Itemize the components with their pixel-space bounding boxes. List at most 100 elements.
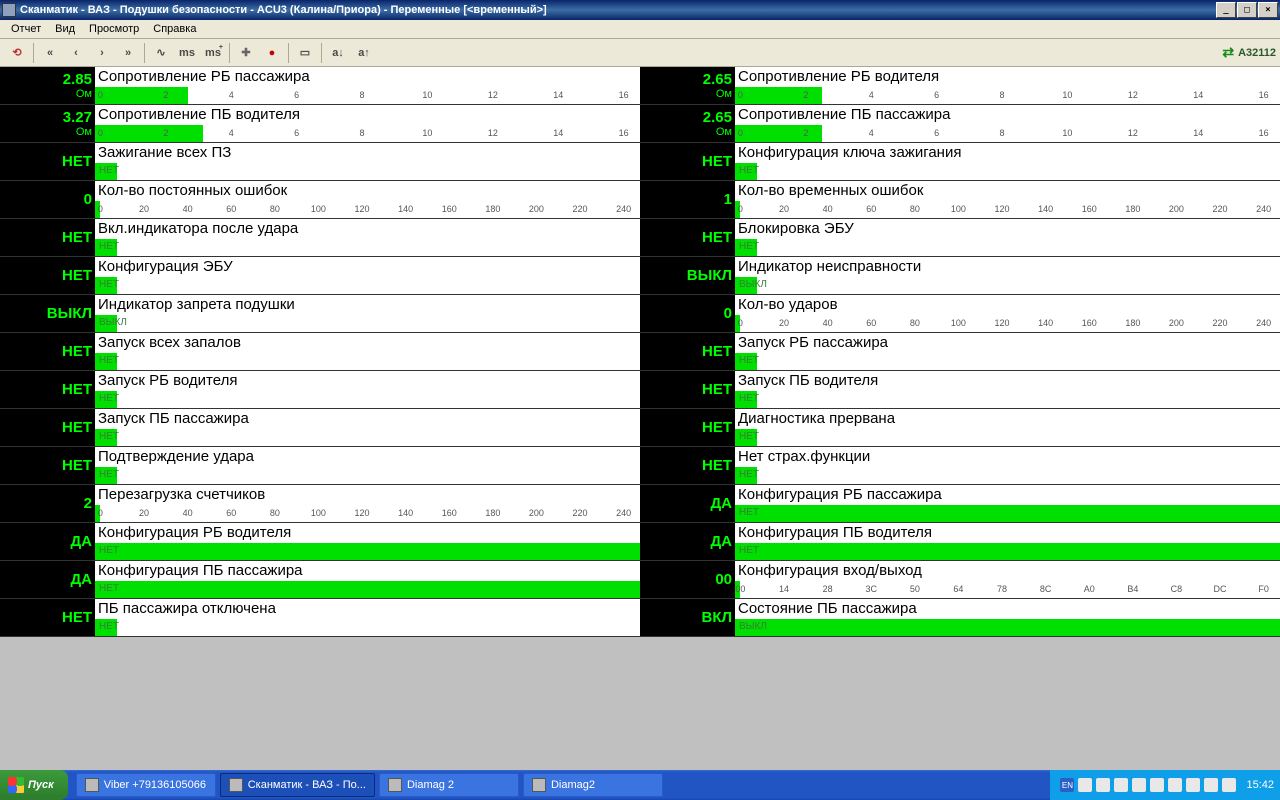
tray-icon[interactable]: [1078, 778, 1092, 792]
variable-row[interactable]: НЕТЗажигание всех ПЗНЕТ: [0, 143, 640, 181]
variable-row[interactable]: ДАКонфигурация ПБ водителяНЕТ: [640, 523, 1280, 561]
menu-browse[interactable]: Просмотр: [82, 21, 146, 37]
column-right: 2.65ОмСопротивление РБ водителя024681012…: [640, 67, 1280, 637]
variable-row[interactable]: ДАКонфигурация РБ пассажираНЕТ: [640, 485, 1280, 523]
toolbar-sort-down-button[interactable]: a↓: [326, 42, 350, 64]
variable-row[interactable]: 00Конфигурация вход/выход0014283C5064788…: [640, 561, 1280, 599]
variable-unit: Ом: [76, 89, 92, 100]
toolbar-first-button[interactable]: «: [38, 42, 62, 64]
variable-label: Сопротивление РБ пассажира: [95, 67, 640, 87]
variable-row[interactable]: НЕТЗапуск всех запаловНЕТ: [0, 333, 640, 371]
variable-value: НЕТ: [62, 420, 92, 435]
variable-chart: НЕТ: [735, 543, 1280, 561]
toolbar-prev-button[interactable]: ‹: [64, 42, 88, 64]
variable-row[interactable]: НЕТЗапуск РБ водителяНЕТ: [0, 371, 640, 409]
lang-indicator[interactable]: EN: [1060, 778, 1074, 792]
variable-row[interactable]: ВКЛСостояние ПБ пассажираВЫКЛ: [640, 599, 1280, 637]
variable-chart: ВЫКЛ: [95, 315, 640, 333]
variable-row[interactable]: НЕТБлокировка ЭБУНЕТ: [640, 219, 1280, 257]
variable-label: Сопротивление ПБ водителя: [95, 105, 640, 125]
tray-icon[interactable]: [1132, 778, 1146, 792]
variable-row[interactable]: 2Перезагрузка счетчиков02040608010012014…: [0, 485, 640, 523]
variable-row[interactable]: НЕТДиагностика прерванаНЕТ: [640, 409, 1280, 447]
toolbar-last-button[interactable]: »: [116, 42, 140, 64]
variable-row[interactable]: НЕТПБ пассажира отключенаНЕТ: [0, 599, 640, 637]
tray-icon[interactable]: [1096, 778, 1110, 792]
tray-icon[interactable]: [1150, 778, 1164, 792]
taskbar-item[interactable]: Diamag 2: [379, 773, 519, 797]
variable-chart: 0246810121416: [735, 87, 1280, 105]
toolbar-back-button[interactable]: ⟲: [5, 42, 29, 64]
taskbar-item[interactable]: Diamag2: [523, 773, 663, 797]
variable-row[interactable]: 2.85ОмСопротивление РБ пассажира02468101…: [0, 67, 640, 105]
variable-row[interactable]: НЕТКонфигурация ключа зажиганияНЕТ: [640, 143, 1280, 181]
state-text: НЕТ: [739, 241, 759, 252]
tray-icon[interactable]: [1222, 778, 1236, 792]
toolbar-sort-up-button[interactable]: a↑: [352, 42, 376, 64]
tray-icon[interactable]: [1186, 778, 1200, 792]
start-button[interactable]: Пуск: [0, 770, 68, 800]
taskbar-item[interactable]: Сканматик - ВАЗ - По...: [220, 773, 375, 797]
state-text: ВЫКЛ: [739, 621, 767, 632]
variable-row[interactable]: НЕТКонфигурация ЭБУНЕТ: [0, 257, 640, 295]
variable-label: Кол-во постоянных ошибок: [95, 181, 640, 201]
toolbar-msplus-button[interactable]: ms+: [201, 42, 225, 64]
variable-value: 2.65: [703, 110, 732, 125]
variable-label: Сопротивление ПБ пассажира: [735, 105, 1280, 125]
variable-row[interactable]: ДАКонфигурация РБ водителяНЕТ: [0, 523, 640, 561]
variable-row[interactable]: ВЫКЛИндикатор неисправностиВЫКЛ: [640, 257, 1280, 295]
tray-icon[interactable]: [1204, 778, 1218, 792]
variable-row[interactable]: 0Кол-во ударов02040608010012014016018020…: [640, 295, 1280, 333]
variable-row[interactable]: НЕТВкл.индикатора после удараНЕТ: [0, 219, 640, 257]
variable-row[interactable]: 0Кол-во постоянных ошибок020406080100120…: [0, 181, 640, 219]
menu-report[interactable]: Отчет: [4, 21, 48, 37]
taskbar-item[interactable]: Viber +79136105066: [76, 773, 216, 797]
variable-label: Конфигурация ключа зажигания: [735, 143, 1280, 163]
variable-label: Конфигурация ПБ водителя: [735, 523, 1280, 543]
state-text: НЕТ: [99, 355, 119, 366]
state-text: НЕТ: [739, 393, 759, 404]
maximize-button[interactable]: □: [1237, 2, 1257, 18]
variable-row[interactable]: ДАКонфигурация ПБ пассажираНЕТ: [0, 561, 640, 599]
title-bar: Сканматик - ВАЗ - Подушки безопасности -…: [0, 0, 1280, 20]
toolbar-add-button[interactable]: ✚: [234, 42, 258, 64]
taskbar-item-label: Viber +79136105066: [104, 779, 206, 791]
variable-label: Запуск ПБ водителя: [735, 371, 1280, 391]
toolbar-ms-button[interactable]: ms: [175, 42, 199, 64]
variable-row[interactable]: 3.27ОмСопротивление ПБ водителя024681012…: [0, 105, 640, 143]
taskbar: Пуск Viber +79136105066 Сканматик - ВАЗ -…: [0, 770, 1280, 800]
variable-value: ДА: [710, 534, 732, 549]
variable-chart: НЕТ: [95, 619, 640, 637]
variable-label: Запуск всех запалов: [95, 333, 640, 353]
toolbar-wave-button[interactable]: ∿: [149, 42, 173, 64]
variable-row[interactable]: 2.65ОмСопротивление ПБ пассажира02468101…: [640, 105, 1280, 143]
variable-row[interactable]: НЕТПодтверждение удараНЕТ: [0, 447, 640, 485]
minimize-button[interactable]: _: [1216, 2, 1236, 18]
variable-unit: Ом: [716, 89, 732, 100]
variable-row[interactable]: 2.65ОмСопротивление РБ водителя024681012…: [640, 67, 1280, 105]
variable-label: Подтверждение удара: [95, 447, 640, 467]
variable-row[interactable]: НЕТЗапуск ПБ пассажираНЕТ: [0, 409, 640, 447]
variable-row[interactable]: 1Кол-во временных ошибок0204060801001201…: [640, 181, 1280, 219]
connection-icon: ⇄: [1222, 44, 1234, 61]
variable-row[interactable]: НЕТЗапуск ПБ водителяНЕТ: [640, 371, 1280, 409]
variable-row[interactable]: ВЫКЛИндикатор запрета подушкиВЫКЛ: [0, 295, 640, 333]
variable-value: НЕТ: [702, 458, 732, 473]
menu-help[interactable]: Справка: [146, 21, 203, 37]
window-title: Сканматик - ВАЗ - Подушки безопасности -…: [20, 4, 1215, 16]
start-label: Пуск: [28, 779, 54, 791]
menu-view[interactable]: Вид: [48, 21, 82, 37]
tray-icon[interactable]: [1168, 778, 1182, 792]
clock[interactable]: 15:42: [1246, 779, 1274, 791]
variable-chart: НЕТ: [95, 163, 640, 181]
variable-row[interactable]: НЕТНет страх.функцииНЕТ: [640, 447, 1280, 485]
close-button[interactable]: ×: [1258, 2, 1278, 18]
variable-value: НЕТ: [62, 344, 92, 359]
variable-chart: НЕТ: [735, 391, 1280, 409]
toolbar-window-button[interactable]: ▭: [293, 42, 317, 64]
tray-icon[interactable]: [1114, 778, 1128, 792]
variable-label: Конфигурация РБ водителя: [95, 523, 640, 543]
variable-row[interactable]: НЕТЗапуск РБ пассажираНЕТ: [640, 333, 1280, 371]
toolbar-next-button[interactable]: ›: [90, 42, 114, 64]
toolbar-record-button[interactable]: ●: [260, 42, 284, 64]
